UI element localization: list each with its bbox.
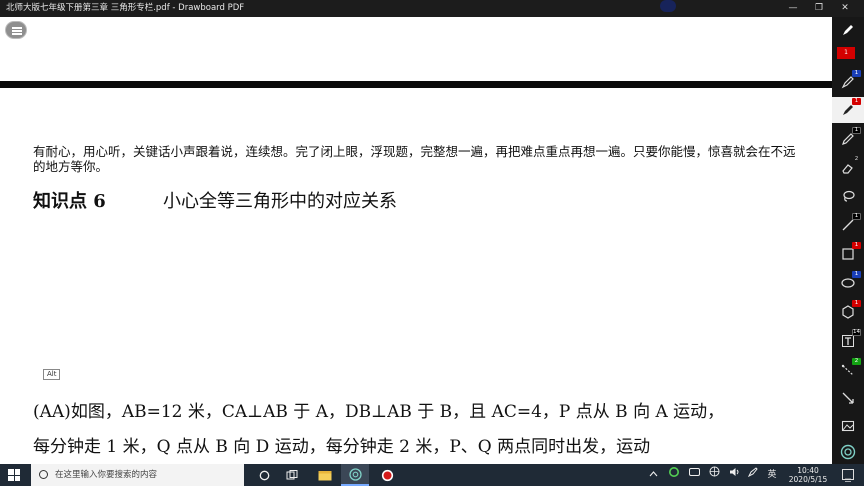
tool-badge: 1 bbox=[852, 70, 861, 77]
pen-tool-blue[interactable]: 1 bbox=[832, 69, 864, 95]
task-view-button[interactable] bbox=[278, 464, 306, 486]
hamburger-menu-button[interactable] bbox=[5, 21, 27, 39]
record-icon bbox=[381, 469, 393, 481]
drawboard-taskbar-button[interactable] bbox=[341, 464, 369, 486]
pen-cursor-indicator bbox=[660, 0, 676, 12]
image-tool[interactable] bbox=[832, 413, 864, 439]
settings-icon bbox=[840, 444, 856, 460]
polygon-tool[interactable]: 1 bbox=[832, 299, 864, 325]
ellipse-icon bbox=[841, 278, 855, 288]
windows-logo-icon bbox=[8, 469, 14, 475]
hamburger-icon bbox=[12, 27, 22, 29]
tray-app-chat[interactable] bbox=[686, 464, 702, 486]
pencil-icon bbox=[842, 133, 854, 145]
cortana-button[interactable] bbox=[250, 464, 278, 486]
rectangle-icon bbox=[842, 248, 854, 260]
pen-icon bbox=[843, 25, 853, 35]
eraser-tool[interactable]: 2 bbox=[832, 155, 864, 181]
folder-icon bbox=[318, 470, 332, 480]
pencil-tool[interactable]: 1 bbox=[832, 126, 864, 152]
tool-badge: 2 bbox=[854, 156, 859, 162]
line-icon bbox=[842, 219, 854, 231]
document-canvas[interactable]: 有耐心，用心听，关键话小声跟着说，连续想。完了闭上眼，浮现题，完整想一遍，再把难… bbox=[0, 17, 832, 464]
tool-badge: 1 bbox=[852, 300, 861, 307]
rectangle-tool[interactable]: 1 bbox=[832, 241, 864, 267]
section-subheading: 小心全等三角形中的对应关系 bbox=[163, 191, 397, 212]
pen-icon bbox=[841, 76, 854, 89]
settings-tool[interactable] bbox=[832, 439, 864, 465]
taskbar-search-input[interactable]: 在这里输入你要搜索的内容 bbox=[31, 464, 244, 486]
ime-language-button[interactable]: 英 bbox=[764, 464, 780, 486]
problem-text: (AA)如图，AB=12 米，CA⊥AB 于 A，DB⊥AB 于 B，且 AC=… bbox=[33, 395, 724, 464]
tool-badge: 14 bbox=[852, 329, 861, 336]
tool-badge: 1 bbox=[852, 271, 861, 278]
notification-center-button[interactable] bbox=[842, 469, 854, 482]
tool-badge: 1 bbox=[852, 98, 861, 105]
search-icon bbox=[39, 470, 48, 479]
green-circle-icon bbox=[669, 467, 679, 477]
ellipse-tool[interactable]: 1 bbox=[832, 270, 864, 296]
clock-time: 10:40 bbox=[797, 466, 819, 475]
network-button[interactable] bbox=[706, 464, 722, 486]
tool-badge: 1 bbox=[852, 213, 861, 220]
chat-icon bbox=[688, 468, 700, 476]
line-tool[interactable]: 1 bbox=[832, 212, 864, 238]
window-title: 北师大版七年级下册第三章 三角形专栏.pdf - Drawboard PDF bbox=[6, 3, 245, 13]
page-divider bbox=[0, 81, 832, 88]
title-bar: 北师大版七年级下册第三章 三角形专栏.pdf - Drawboard PDF —… bbox=[0, 0, 864, 17]
task-view-icon bbox=[286, 469, 298, 479]
notification-icon bbox=[845, 478, 851, 482]
circle-icon bbox=[259, 470, 269, 480]
file-explorer-button[interactable] bbox=[311, 464, 339, 486]
instruction-paragraph: 有耐心，用心听，关键话小声跟着说，连续想。完了闭上眼，浮现题，完整想一遍，再把难… bbox=[33, 144, 796, 174]
clock-date: 2020/5/15 bbox=[788, 475, 828, 484]
lasso-tool[interactable] bbox=[832, 183, 864, 209]
drawboard-icon bbox=[348, 467, 362, 481]
volume-button[interactable] bbox=[726, 464, 742, 486]
search-placeholder: 在这里输入你要搜索的内容 bbox=[55, 470, 158, 480]
problem-line-1: (AA)如图，AB=12 米，CA⊥AB 于 A，DB⊥AB 于 B，且 AC=… bbox=[33, 402, 725, 422]
tool-badge: 2 bbox=[852, 358, 861, 365]
tool-badge: 1 bbox=[852, 242, 861, 249]
chevron-up-icon bbox=[649, 471, 657, 477]
pen-workspace-button[interactable] bbox=[746, 464, 760, 486]
close-button[interactable]: ✕ bbox=[834, 0, 856, 17]
pen-icon bbox=[843, 105, 853, 115]
pen-tool-red-active[interactable]: 1 bbox=[832, 97, 864, 123]
minimize-button[interactable]: — bbox=[782, 0, 804, 17]
show-hidden-icons-button[interactable] bbox=[646, 464, 660, 486]
tool-badge: 1 bbox=[852, 127, 861, 134]
text-tool[interactable]: 14 bbox=[832, 328, 864, 354]
lasso-icon bbox=[843, 190, 855, 202]
windows-taskbar: 在这里输入你要搜索的内容 英 10:40 2020/5/15 bbox=[0, 464, 864, 486]
speaker-icon bbox=[729, 468, 738, 476]
alt-tag[interactable]: Alt bbox=[43, 369, 61, 380]
eraser-icon bbox=[842, 164, 853, 174]
pen-workspace-icon bbox=[747, 467, 758, 478]
restore-button[interactable]: ❐ bbox=[808, 0, 830, 17]
recorder-button[interactable] bbox=[373, 464, 401, 486]
image-icon bbox=[841, 420, 855, 432]
section-heading: 知识点 6 bbox=[33, 191, 106, 212]
measure-icon bbox=[841, 364, 854, 376]
problem-line-2: 每分钟走 1 米，Q 点从 B 向 D 运动，每分钟走 2 米，P、Q 两点同时… bbox=[33, 437, 651, 457]
measure-tool[interactable]: 2 bbox=[832, 357, 864, 383]
move-tool[interactable] bbox=[832, 385, 864, 411]
move-icon bbox=[842, 392, 854, 404]
pen-tool[interactable] bbox=[832, 17, 864, 43]
hexagon-icon bbox=[842, 305, 854, 319]
tray-app-green[interactable] bbox=[666, 464, 682, 486]
color-swatch-red[interactable]: 1 bbox=[837, 47, 855, 59]
system-clock[interactable]: 10:40 2020/5/15 bbox=[782, 466, 834, 484]
text-icon bbox=[842, 335, 854, 347]
drawing-toolbar: 1 1 1 1 2 1 1 1 1 14 2 bbox=[832, 17, 864, 464]
globe-icon bbox=[709, 466, 719, 477]
start-button[interactable] bbox=[8, 469, 20, 481]
